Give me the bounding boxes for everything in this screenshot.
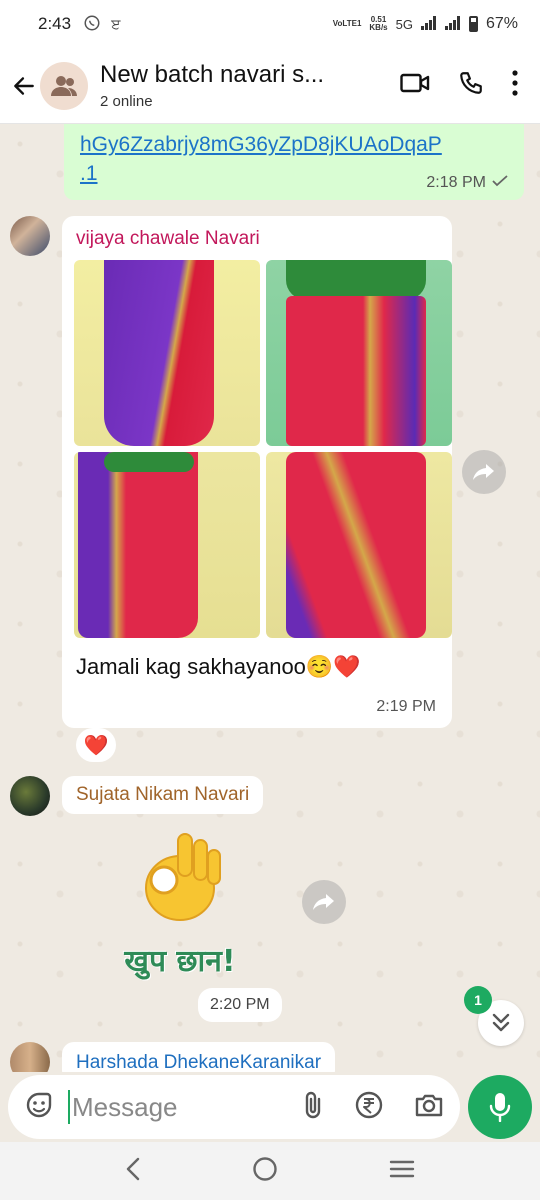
unread-count-badge: 1 bbox=[464, 986, 492, 1014]
message-time: 2:20 PM bbox=[198, 988, 282, 1022]
signal-icon bbox=[420, 15, 437, 33]
mic-button[interactable] bbox=[468, 1075, 532, 1139]
sticker-icon[interactable] bbox=[24, 1090, 54, 1125]
avatar[interactable] bbox=[10, 1042, 50, 1072]
signal-icon-2 bbox=[444, 15, 461, 33]
status-time: 2:43 bbox=[38, 14, 72, 33]
sticker-message[interactable]: खुप छान! bbox=[110, 830, 250, 980]
sender-name[interactable]: Harshada DhekaneKaranikar bbox=[76, 1052, 321, 1072]
message-time: 2:18 PM bbox=[426, 174, 486, 191]
message-input-container[interactable]: Message bbox=[8, 1075, 460, 1139]
battery-icon bbox=[468, 16, 478, 32]
sender-pill[interactable]: Sujata Nikam Navari bbox=[62, 776, 264, 814]
mic-icon bbox=[489, 1093, 511, 1122]
read-check-icon bbox=[492, 174, 508, 192]
composer-bar: Message bbox=[0, 1072, 540, 1142]
net-speed: 0.51 KB/s bbox=[369, 15, 388, 32]
chat-title-area[interactable]: New batch navari s... 2 online bbox=[100, 61, 350, 110]
avatar[interactable] bbox=[10, 776, 50, 816]
forward-button[interactable] bbox=[302, 880, 346, 924]
volte-indicator: VoLTE1 bbox=[332, 19, 362, 28]
forward-icon bbox=[313, 894, 334, 910]
reaction-badge[interactable]: ❤️ bbox=[76, 728, 116, 762]
arrow-left-icon bbox=[14, 76, 34, 95]
sender-pill[interactable]: Harshada DhekaneKaranikar bbox=[62, 1042, 336, 1072]
photo-grid[interactable] bbox=[74, 260, 452, 638]
nav-home-icon[interactable] bbox=[252, 1156, 278, 1187]
ok-hand-icon bbox=[145, 833, 221, 921]
system-nav-bar bbox=[0, 1142, 540, 1200]
sender-name[interactable]: Sujata Nikam Navari bbox=[76, 784, 249, 805]
photo-thumbnail[interactable] bbox=[266, 452, 452, 638]
forward-button[interactable] bbox=[462, 450, 506, 494]
camera-icon[interactable] bbox=[414, 1092, 444, 1123]
video-call-icon[interactable] bbox=[400, 72, 430, 99]
group-avatar[interactable] bbox=[40, 61, 88, 110]
chat-title: New batch navari s... bbox=[100, 61, 325, 88]
photo-thumbnail[interactable] bbox=[74, 260, 260, 446]
nav-back-icon[interactable] bbox=[125, 1157, 141, 1186]
whatsapp-notification-icon bbox=[83, 14, 101, 35]
photo-thumbnail[interactable] bbox=[74, 452, 260, 638]
outgoing-message[interactable]: hGy6Zzabrjy8mG36yZpD8jKUAoDqaP .1 2:18 P… bbox=[64, 124, 524, 200]
chat-area[interactable]: hGy6Zzabrjy8mG36yZpD8jKUAoDqaP .1 2:18 P… bbox=[0, 124, 540, 1072]
attach-icon[interactable] bbox=[302, 1090, 324, 1125]
chat-header: New batch navari s... 2 online bbox=[0, 48, 540, 124]
double-chevron-down-icon bbox=[492, 1013, 510, 1032]
sticker-text: खुप छान! bbox=[124, 944, 236, 979]
photo-thumbnail[interactable] bbox=[266, 260, 452, 446]
voice-call-icon[interactable] bbox=[458, 70, 484, 101]
chat-subtitle: 2 online bbox=[100, 93, 153, 110]
forward-icon bbox=[473, 464, 494, 480]
incoming-photo-message[interactable]: vijaya chawale Navari Jamali kag sakhaya… bbox=[62, 216, 452, 728]
message-input[interactable]: Message bbox=[68, 1090, 178, 1124]
network-type: 5G bbox=[395, 16, 413, 32]
status-bar: 2:43 ੲ VoLTE1 0.51 KB/s 5G 67% bbox=[0, 0, 540, 48]
avatar[interactable] bbox=[10, 216, 50, 256]
app-notification-icon: ੲ bbox=[111, 15, 121, 32]
battery-level: 67% bbox=[485, 15, 518, 32]
nav-recents-icon[interactable] bbox=[389, 1159, 415, 1184]
group-icon bbox=[51, 75, 77, 96]
payment-rupee-icon[interactable] bbox=[354, 1090, 384, 1125]
sender-name[interactable]: vijaya chawale Navari bbox=[70, 224, 444, 250]
message-time: 2:19 PM bbox=[376, 698, 436, 715]
message-link[interactable]: hGy6Zzabrjy8mG36yZpD8jKUAoDqaP bbox=[80, 130, 508, 159]
back-button[interactable] bbox=[8, 70, 40, 102]
more-options-icon[interactable] bbox=[512, 70, 518, 101]
message-text: Jamali kag sakhayanoo☺️❤️ bbox=[76, 654, 361, 679]
